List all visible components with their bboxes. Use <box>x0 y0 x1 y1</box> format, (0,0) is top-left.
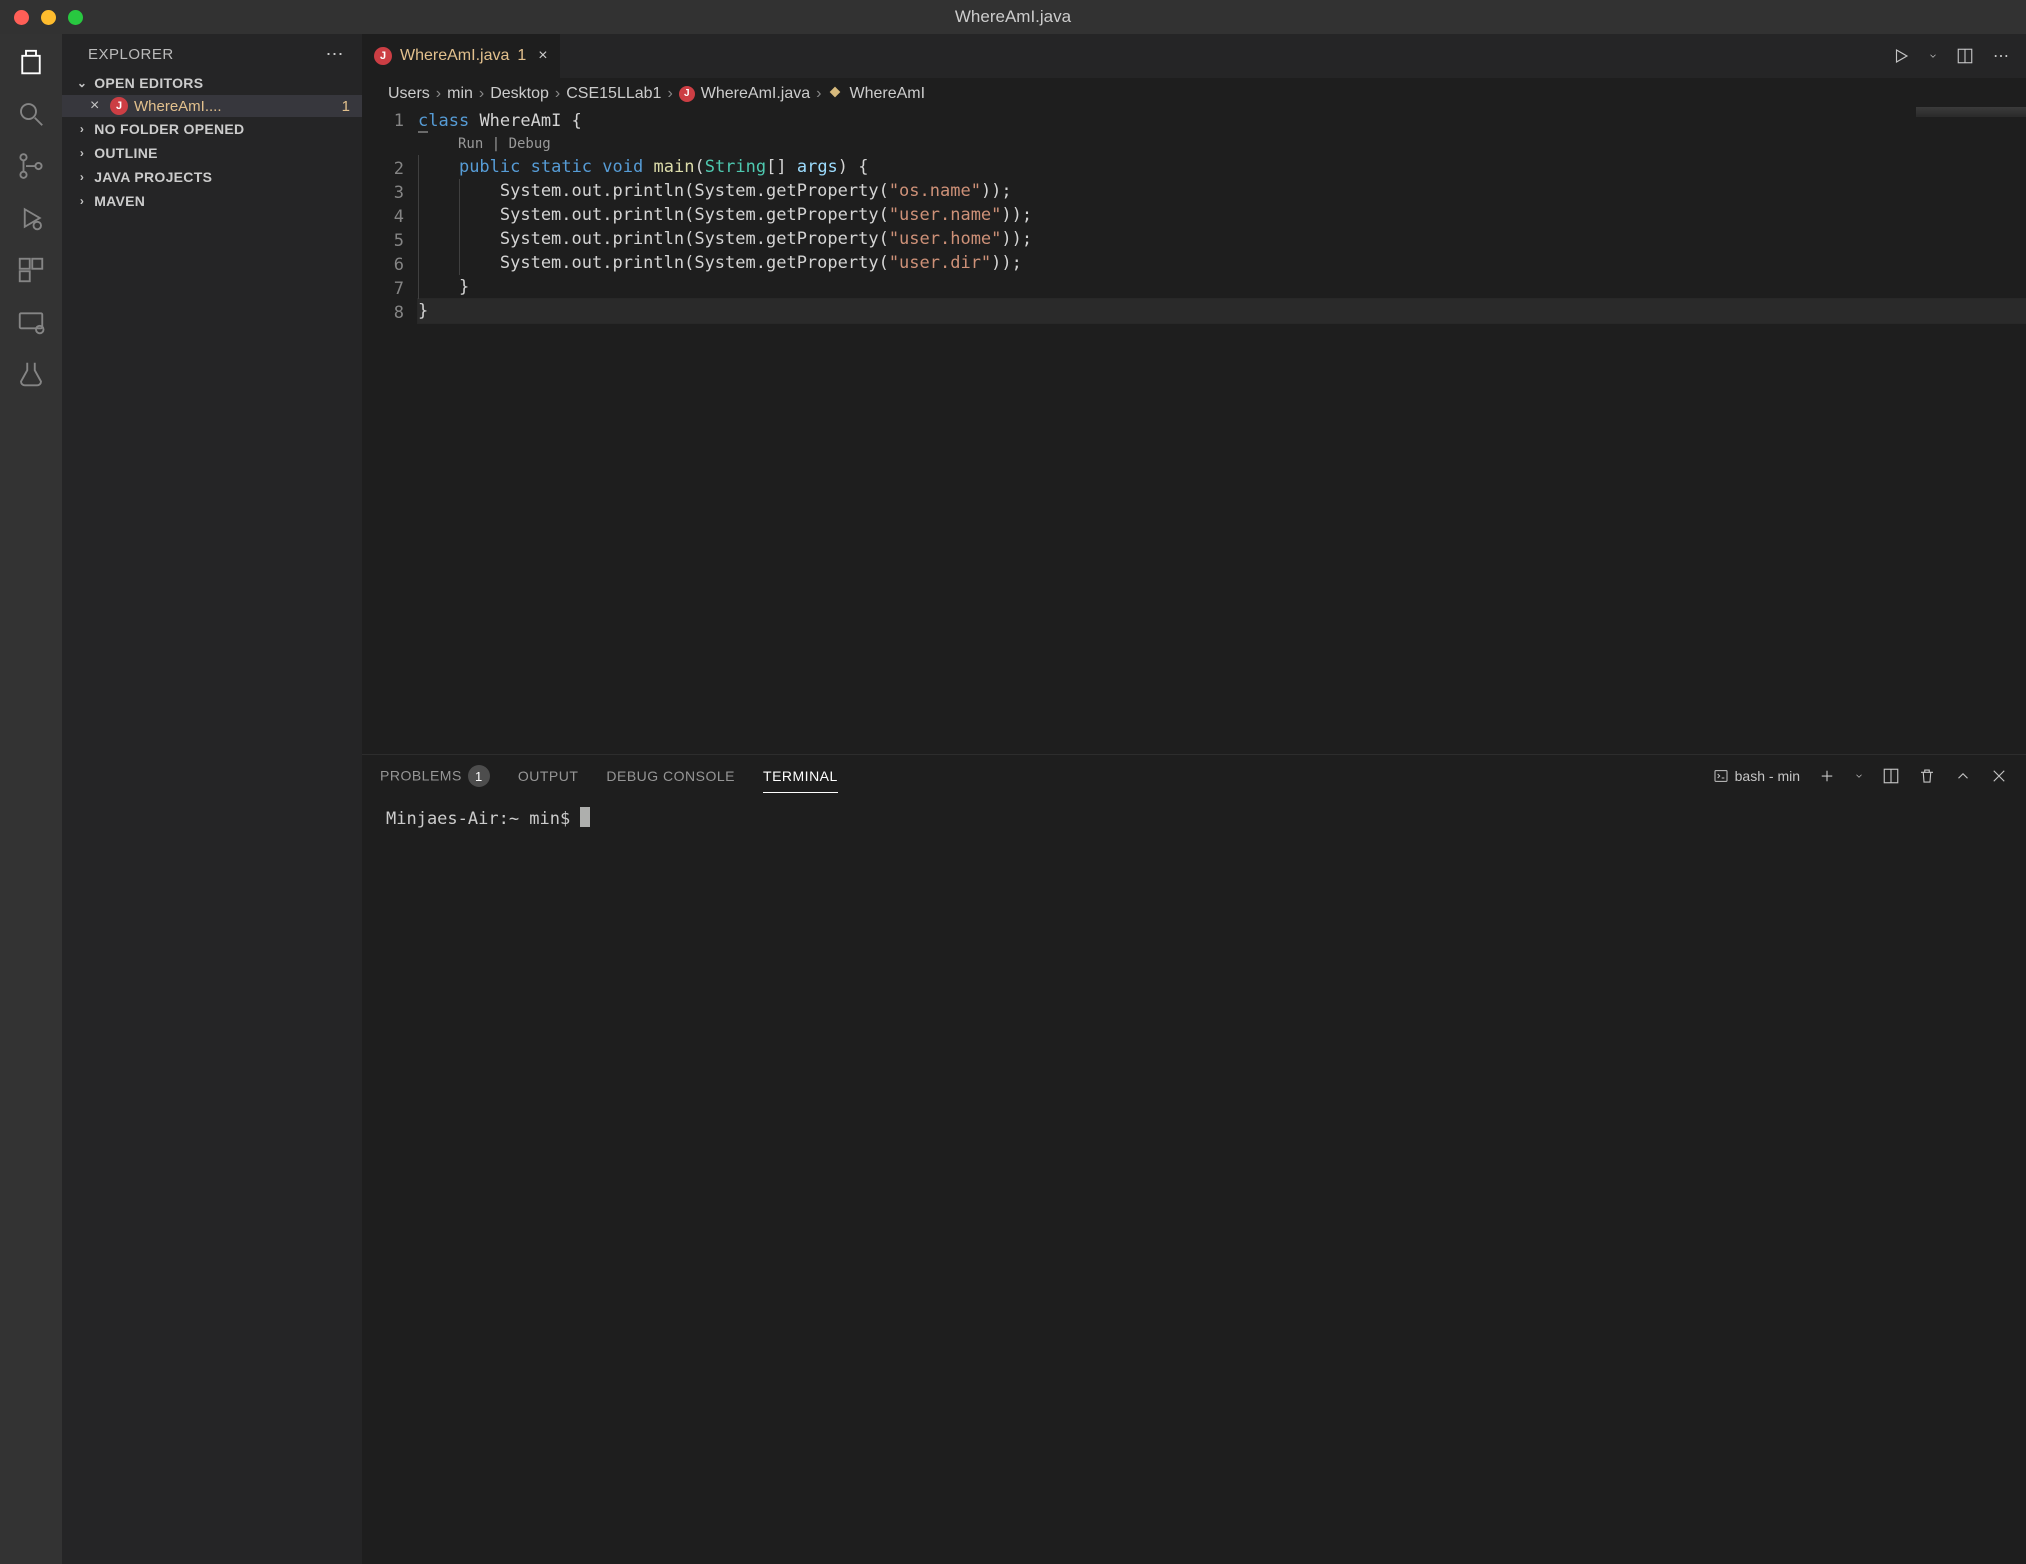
search-icon[interactable] <box>15 98 47 130</box>
split-editor-icon[interactable] <box>1956 47 1974 65</box>
problems-count-badge: 1 <box>468 765 490 787</box>
breadcrumb-part[interactable]: Desktop <box>490 85 549 103</box>
maven-section[interactable]: › MAVEN <box>62 189 362 213</box>
sidebar-title: EXPLORER <box>88 46 174 63</box>
split-terminal-icon[interactable] <box>1882 767 1900 785</box>
chevron-down-icon: ⌄ <box>74 76 90 90</box>
line-number-gutter: 12345678 <box>362 107 418 754</box>
open-editor-filename: WhereAmI.... <box>134 98 334 115</box>
java-projects-section[interactable]: › JAVA PROJECTS <box>62 165 362 189</box>
test-icon[interactable] <box>15 358 47 390</box>
editor-tab[interactable]: J WhereAmI.java 1 × <box>362 34 561 78</box>
breadcrumb-part[interactable]: Users <box>388 85 430 103</box>
run-dropdown-icon[interactable] <box>1928 47 1938 65</box>
class-symbol-icon <box>827 84 843 103</box>
new-terminal-icon[interactable] <box>1818 767 1836 785</box>
terminal-profile[interactable]: bash - min <box>1713 768 1800 784</box>
sidebar-header: EXPLORER ⋯ <box>62 34 362 71</box>
breadcrumb[interactable]: Users› min› Desktop› CSE15LLab1› J Where… <box>362 78 2026 107</box>
remote-icon[interactable] <box>15 306 47 338</box>
maximize-panel-icon[interactable] <box>1954 767 1972 785</box>
chevron-right-icon: › <box>74 170 90 184</box>
terminal-prompt: Minjaes-Air:~ min$ <box>386 809 580 829</box>
window-title: WhereAmI.java <box>0 7 2026 27</box>
terminal-tab[interactable]: TERMINAL <box>763 760 838 793</box>
breadcrumb-part[interactable]: WhereAmI.java <box>701 85 810 103</box>
titlebar: WhereAmI.java <box>0 0 2026 34</box>
terminal-cursor-icon <box>580 807 590 827</box>
source-control-icon[interactable] <box>15 150 47 182</box>
editor-group: J WhereAmI.java 1 × ⋯ Users› min› Deskto… <box>362 34 2026 1564</box>
terminal-dropdown-icon[interactable] <box>1854 767 1864 785</box>
problems-tab[interactable]: PROBLEMS1 <box>380 757 490 795</box>
close-editor-icon[interactable]: × <box>90 97 110 115</box>
sidebar-actions-icon[interactable]: ⋯ <box>326 44 345 65</box>
outline-section[interactable]: › OUTLINE <box>62 141 362 165</box>
tab-close-icon[interactable]: × <box>538 47 547 65</box>
panel-tabs: PROBLEMS1 OUTPUT DEBUG CONSOLE TERMINAL … <box>362 755 2026 797</box>
window-close-icon[interactable] <box>14 10 29 25</box>
activity-bar <box>0 34 62 1564</box>
open-editors-section[interactable]: ⌄ OPEN EDITORS <box>62 71 362 95</box>
code-content[interactable]: class WhereAmI {Run | Debug public stati… <box>418 107 2026 754</box>
sidebar: EXPLORER ⋯ ⌄ OPEN EDITORS × J WhereAmI..… <box>62 34 362 1564</box>
tab-filename: WhereAmI.java <box>400 47 509 65</box>
editor-tabs: J WhereAmI.java 1 × ⋯ <box>362 34 2026 78</box>
explorer-icon[interactable] <box>15 46 47 78</box>
chevron-right-icon: › <box>74 122 90 136</box>
java-file-icon: J <box>110 97 128 115</box>
breadcrumb-part[interactable]: WhereAmI <box>849 85 925 103</box>
breadcrumb-part[interactable]: CSE15LLab1 <box>566 85 661 103</box>
editor-actions: ⋯ <box>1892 34 2026 78</box>
open-editor-item[interactable]: × J WhereAmI.... 1 <box>62 95 362 117</box>
close-panel-icon[interactable] <box>1990 767 2008 785</box>
terminal-body[interactable]: Minjaes-Air:~ min$ <box>362 797 2026 1564</box>
window-minimize-icon[interactable] <box>41 10 56 25</box>
panel: PROBLEMS1 OUTPUT DEBUG CONSOLE TERMINAL … <box>362 754 2026 1564</box>
codelens[interactable]: Run | Debug <box>418 133 2026 155</box>
extensions-icon[interactable] <box>15 254 47 286</box>
run-button[interactable] <box>1892 47 1910 65</box>
run-debug-icon[interactable] <box>15 202 47 234</box>
more-actions-icon[interactable]: ⋯ <box>1992 47 2010 65</box>
window-zoom-icon[interactable] <box>68 10 83 25</box>
chevron-right-icon: › <box>74 146 90 160</box>
chevron-right-icon: › <box>74 194 90 208</box>
open-editor-problem-count: 1 <box>342 98 350 115</box>
minimap[interactable] <box>1916 107 2026 117</box>
java-file-icon: J <box>374 47 392 65</box>
java-file-icon: J <box>679 86 695 102</box>
output-tab[interactable]: OUTPUT <box>518 760 579 792</box>
breadcrumb-part[interactable]: min <box>447 85 473 103</box>
no-folder-section[interactable]: › NO FOLDER OPENED <box>62 117 362 141</box>
debug-console-tab[interactable]: DEBUG CONSOLE <box>606 760 735 792</box>
traffic-lights <box>0 10 83 25</box>
kill-terminal-icon[interactable] <box>1918 767 1936 785</box>
code-editor[interactable]: 12345678 class WhereAmI {Run | Debug pub… <box>362 107 2026 754</box>
tab-problem-count: 1 <box>517 47 526 65</box>
